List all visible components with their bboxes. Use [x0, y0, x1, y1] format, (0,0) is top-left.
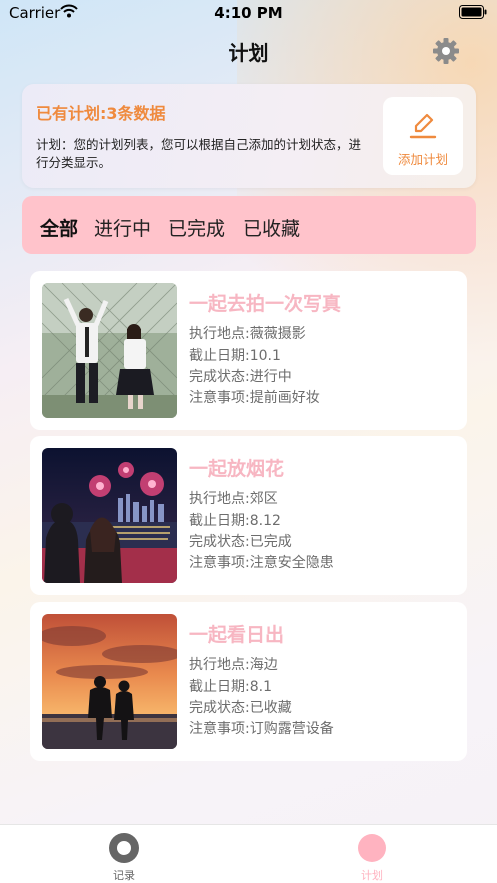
record-icon — [109, 833, 139, 867]
status-time: 4:10 PM — [214, 4, 283, 22]
plan-photo — [42, 448, 177, 583]
tab-completed[interactable]: 已完成 — [168, 214, 225, 241]
filter-tabs: 全部 进行中 已完成 已收藏 — [22, 196, 476, 254]
plan-title: 一起去拍一次写真 — [189, 293, 342, 315]
plan-deadline: 截止日期:8.12 — [189, 513, 281, 529]
edit-icon — [408, 111, 438, 141]
tabbar-item-record[interactable]: 记录 — [0, 825, 248, 883]
add-plan-label: 添加计划 — [397, 152, 448, 167]
plan-photo — [42, 614, 177, 749]
page-title: 计划 — [228, 41, 269, 65]
plan-title: 一起看日出 — [189, 624, 285, 646]
plan-note: 注意事项:注意安全隐患 — [189, 555, 334, 571]
plan-card[interactable]: 一起看日出 执行地点:海边 截止日期:8.1 完成状态:已收藏 注意事项:订购露… — [30, 602, 467, 761]
summary-card: 已有计划:3条数据 计划：您的计划列表，您可以根据自己添加的计划状态，进行分类显… — [22, 84, 476, 188]
bottom-tab-bar: 记录 计划 — [0, 824, 497, 883]
plan-deadline: 截止日期:10.1 — [189, 348, 281, 364]
plan-photo — [42, 283, 177, 418]
status-bar: Carrier 4:10 PM — [0, 0, 497, 26]
tab-favorited[interactable]: 已收藏 — [243, 214, 300, 241]
tab-in-progress[interactable]: 进行中 — [94, 214, 151, 241]
plan-status: 完成状态:进行中 — [189, 369, 292, 385]
plan-icon — [357, 833, 387, 867]
tab-all[interactable]: 全部 — [40, 214, 78, 241]
plan-location: 执行地点:薇薇摄影 — [189, 326, 306, 342]
add-plan-button[interactable]: 添加计划 — [383, 97, 463, 175]
plan-note: 注意事项:订购露营设备 — [189, 721, 334, 737]
plan-status: 完成状态:已完成 — [189, 534, 292, 550]
battery-icon — [459, 5, 487, 23]
plan-note: 注意事项:提前画好妆 — [189, 390, 320, 406]
plan-card[interactable]: 一起放烟花 执行地点:郊区 截止日期:8.12 完成状态:已完成 注意事项:注意… — [30, 436, 467, 595]
plan-location: 执行地点:海边 — [189, 657, 278, 673]
plan-card[interactable]: 一起去拍一次写真 执行地点:薇薇摄影 截止日期:10.1 完成状态:进行中 注意… — [30, 271, 467, 430]
tabbar-item-plan[interactable]: 计划 — [248, 825, 496, 883]
tabbar-label-record: 记录 — [113, 869, 135, 882]
plan-location: 执行地点:郊区 — [189, 491, 278, 507]
plan-status: 完成状态:已收藏 — [189, 700, 292, 716]
summary-description: 计划：您的计划列表，您可以根据自己添加的计划状态，进行分类显示。 — [36, 137, 362, 170]
plan-title: 一起放烟花 — [189, 458, 285, 480]
summary-title: 已有计划:3条数据 — [36, 104, 166, 123]
tabbar-label-plan: 计划 — [361, 869, 383, 882]
gear-icon[interactable] — [432, 37, 460, 65]
plan-deadline: 截止日期:8.1 — [189, 679, 272, 695]
